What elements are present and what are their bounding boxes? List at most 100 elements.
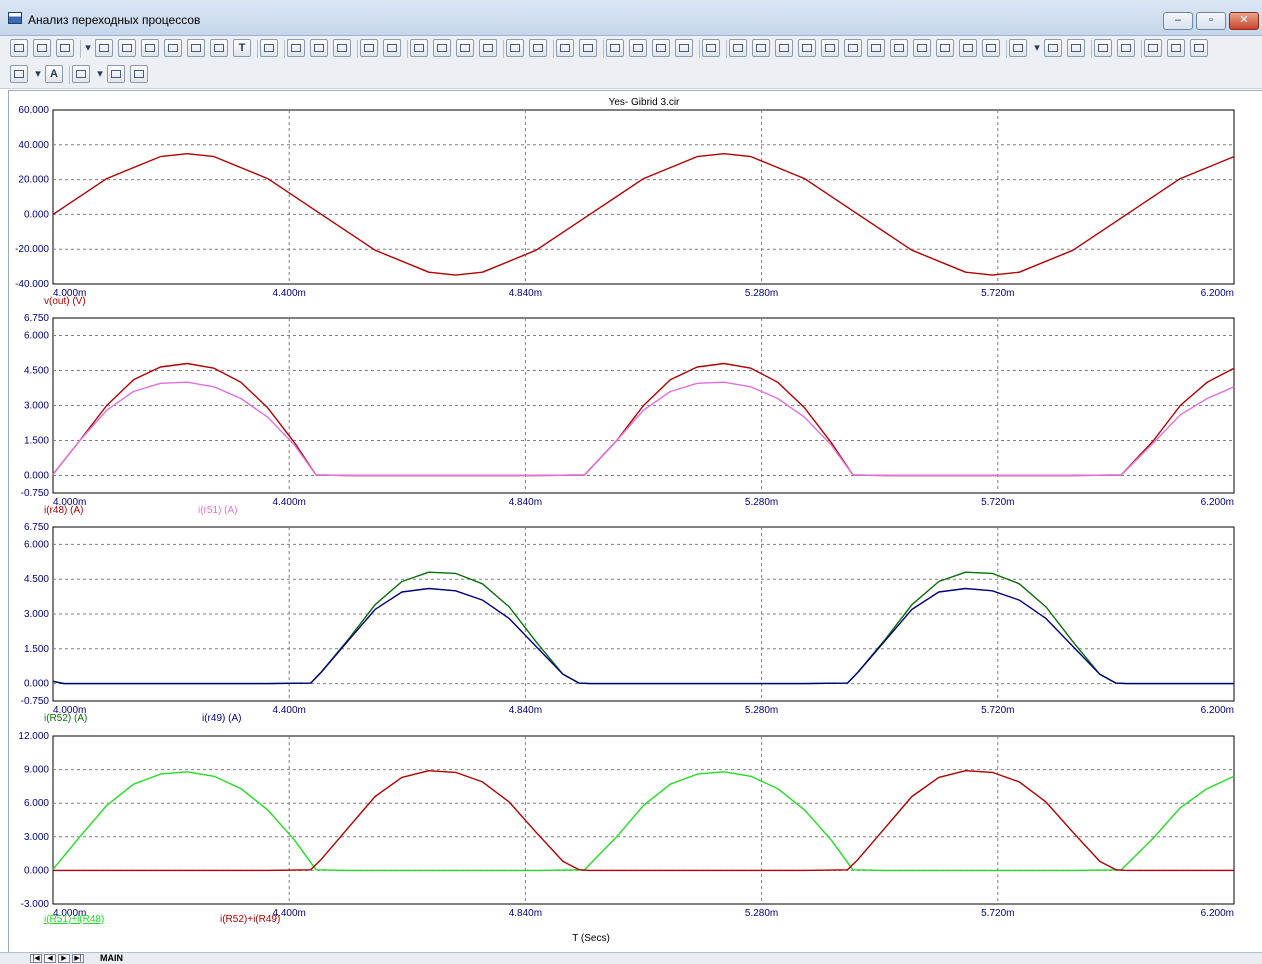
font-icon[interactable]: A <box>45 65 63 83</box>
minimize-button[interactable]: – <box>1163 12 1193 30</box>
app-icon <box>8 12 22 24</box>
bottom-icon[interactable] <box>959 39 977 57</box>
dropdown-icon[interactable]: ▾ <box>33 65 43 83</box>
pause-icon[interactable] <box>333 39 351 57</box>
horizontal-axis-icon[interactable] <box>506 39 524 57</box>
tab-main[interactable]: MAIN <box>100 954 123 963</box>
plot-panel-4[interactable]: 12.0009.0006.0003.0000.000-3.0004.000m 4.… <box>18 731 1235 925</box>
toolbar-separator <box>553 40 554 58</box>
run-icon[interactable] <box>287 39 305 57</box>
plot-panel-2[interactable]: 6.7506.0004.5003.0001.5000.000-0.7504.00… <box>21 313 1235 516</box>
legend-ir49[interactable]: i(r49) (A) <box>202 713 241 724</box>
low-icon[interactable] <box>844 39 862 57</box>
last-tab-icon[interactable]: ▶| <box>72 954 84 963</box>
tab-bar <box>0 952 1262 964</box>
y-tick-label: 1.500 <box>24 644 49 655</box>
zoom-in-icon[interactable] <box>629 39 647 57</box>
paste-plot-icon[interactable] <box>130 65 148 83</box>
x-tick-label: 5.280m <box>745 497 778 508</box>
y-tick-label: 3.000 <box>24 401 49 412</box>
color-icon[interactable] <box>72 65 90 83</box>
plot-icon[interactable] <box>579 39 597 57</box>
numeric-output-icon[interactable] <box>1067 39 1085 57</box>
x-tick-label: 5.280m <box>745 908 778 919</box>
plot-title: Yes- Gibrid 3.cir <box>609 97 680 108</box>
fit-plots-icon[interactable] <box>1117 39 1135 57</box>
high-icon[interactable] <box>821 39 839 57</box>
cursor-mode-2-icon[interactable] <box>164 39 182 57</box>
plot-panel-1[interactable]: 60.00040.00020.0000.000-20.000-40.0004.0… <box>15 105 1235 307</box>
grid-icon[interactable] <box>410 39 428 57</box>
plot-frame <box>52 109 1235 285</box>
vertical-axis-icon[interactable] <box>529 39 547 57</box>
data-point-icon[interactable] <box>187 39 205 57</box>
label-branch-icon[interactable] <box>702 39 720 57</box>
copy-icon[interactable] <box>1009 39 1027 57</box>
zoom-window-icon[interactable] <box>95 39 113 57</box>
cursor-right-icon[interactable] <box>752 39 770 57</box>
zoom-fit-icon[interactable] <box>652 39 670 57</box>
x-tick-label: 4.840m <box>509 497 542 508</box>
y-tick-label: 20.000 <box>18 175 49 186</box>
properties-icon[interactable] <box>260 39 278 57</box>
x-tick-label: 4.400m <box>273 497 306 508</box>
scale-icon[interactable] <box>56 39 74 57</box>
graph-text-icon[interactable] <box>210 39 228 57</box>
transient-plots[interactable]: Yes- Gibrid 3.cir 60.000 40.000 20.000 0.00… <box>0 90 1262 952</box>
legend-iR52[interactable]: i(R52) (A) <box>44 713 87 724</box>
tokens-icon[interactable] <box>456 39 474 57</box>
zoom-out-icon[interactable] <box>606 39 624 57</box>
legend-vout[interactable]: v(out) (V) <box>44 296 86 307</box>
restore-button[interactable]: ▫ <box>1196 12 1226 30</box>
plot-panel-3[interactable]: 6.7506.0004.5003.0001.5000.000-0.7504.00… <box>21 522 1235 724</box>
global-low-icon[interactable] <box>913 39 931 57</box>
window-title: Анализ переходных процессов <box>28 13 201 27</box>
prev-tab-icon[interactable]: ◀ <box>44 954 56 963</box>
select-arrow-icon[interactable] <box>10 39 28 57</box>
cursor-left-icon[interactable] <box>729 39 747 57</box>
close-button[interactable]: ✕ <box>1229 12 1259 30</box>
dropdown-icon[interactable]: ▾ <box>1032 39 1042 57</box>
toolbar-separator <box>407 40 408 58</box>
legend-ir51[interactable]: i(r51) (A) <box>198 505 237 516</box>
cursor-mode-icon[interactable] <box>141 39 159 57</box>
global-high-icon[interactable] <box>890 39 908 57</box>
y-tick-label: -0.750 <box>21 696 50 707</box>
scale-x-icon[interactable] <box>360 39 378 57</box>
legend-sum2[interactable]: i(R52)+i(R49) <box>220 914 280 925</box>
first-tab-icon[interactable]: |◀ <box>30 954 42 963</box>
stack-icon[interactable] <box>556 39 574 57</box>
scale-y-icon[interactable] <box>383 39 401 57</box>
x-tick-label: 5.720m <box>981 288 1014 299</box>
valley-icon[interactable] <box>798 39 816 57</box>
pan-hand-icon[interactable] <box>33 39 51 57</box>
minor-grid-icon[interactable] <box>433 39 451 57</box>
top-icon[interactable] <box>936 39 954 57</box>
dropdown-icon[interactable]: ▾ <box>95 65 105 83</box>
text-icon[interactable]: T <box>233 39 251 57</box>
peak-icon[interactable] <box>775 39 793 57</box>
zoom-minus-icon[interactable] <box>1167 39 1185 57</box>
scale-mode-icon[interactable] <box>118 39 136 57</box>
zoom-reset-icon[interactable] <box>675 39 693 57</box>
copy-plot-icon[interactable] <box>107 65 125 83</box>
zoom-100-icon[interactable] <box>1190 39 1208 57</box>
data-points-icon[interactable] <box>479 39 497 57</box>
list-icon[interactable] <box>1044 39 1062 57</box>
stack-plots-icon[interactable] <box>1094 39 1112 57</box>
stop-icon[interactable] <box>310 39 328 57</box>
y-tick-label: 4.500 <box>24 366 49 377</box>
inflection-icon[interactable] <box>867 39 885 57</box>
x-tick-label: 4.400m <box>273 288 306 299</box>
x-tick-label: 5.280m <box>745 705 778 716</box>
slope-icon[interactable] <box>982 39 1000 57</box>
dropdown-icon[interactable]: ▾ <box>83 39 93 57</box>
zoom-plus-icon[interactable] <box>1144 39 1162 57</box>
grid-view-icon[interactable] <box>10 65 28 83</box>
legend-ir48[interactable]: i(r48) (A) <box>44 505 83 516</box>
y-tick-label: -0.750 <box>21 488 50 499</box>
series-line-ir49 <box>52 587 1234 685</box>
next-tab-icon[interactable]: ▶ <box>58 954 70 963</box>
legend-sum1[interactable]: i(R51)+i(R48) <box>44 914 104 925</box>
toolbar-separator <box>1006 40 1007 58</box>
